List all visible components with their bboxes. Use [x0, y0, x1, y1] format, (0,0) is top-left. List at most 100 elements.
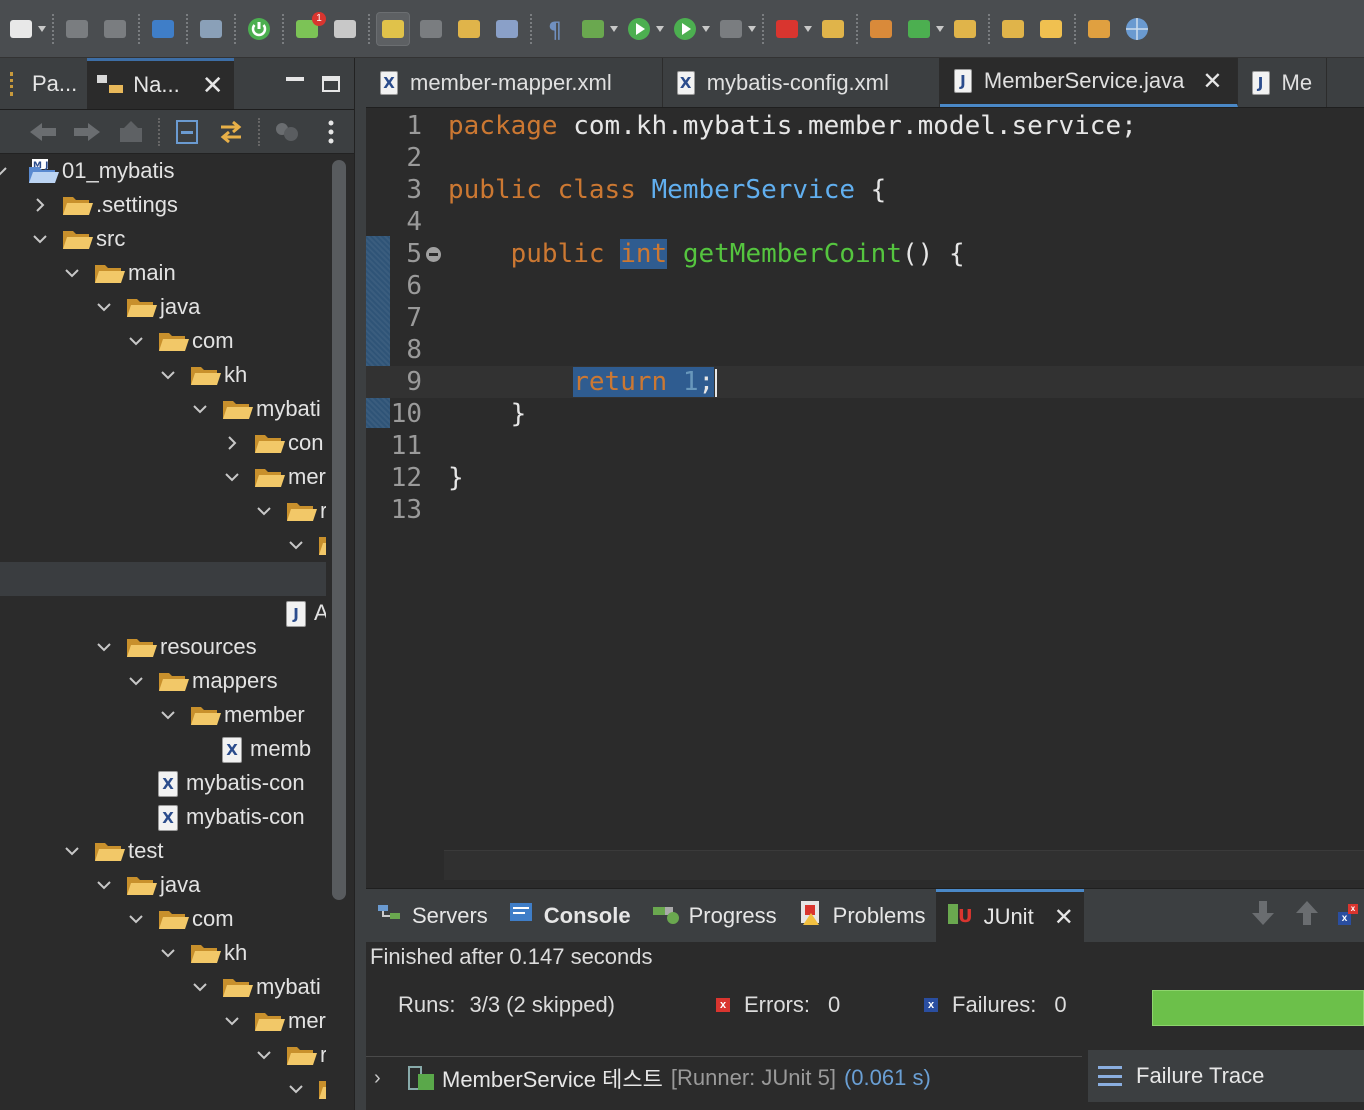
chevron-right-icon[interactable]: › — [374, 1067, 394, 1090]
maximize-icon[interactable] — [322, 75, 340, 92]
tab-servers[interactable]: Servers — [366, 889, 498, 942]
open-type-icon[interactable] — [948, 12, 982, 46]
tree-item[interactable]: Xmybatis-con — [0, 800, 326, 834]
dropdown-arrow-icon[interactable] — [804, 25, 812, 32]
tree-item[interactable]: java — [0, 290, 326, 324]
editor-tab[interactable]: Xmember-mapper.xml — [366, 58, 663, 107]
tree-item[interactable] — [0, 562, 326, 596]
code-line[interactable]: 6 — [366, 270, 1364, 302]
tree-item[interactable]: M J 01_mybatis — [0, 154, 326, 188]
editor-tab[interactable]: J MemberService.java ✕ — [939, 58, 1238, 107]
close-icon[interactable]: ✕ — [1202, 67, 1222, 96]
chevron-down-icon[interactable] — [156, 936, 180, 970]
filters-icon[interactable] — [270, 116, 304, 148]
previous-failure-icon[interactable] — [1294, 899, 1320, 932]
tree-item[interactable]: r — [0, 1038, 326, 1072]
tree-item[interactable]: mybati — [0, 392, 326, 426]
panel-divider[interactable] — [354, 58, 366, 1110]
group-icon[interactable] — [414, 12, 448, 46]
tree-item[interactable] — [0, 1072, 326, 1106]
back-arrow-icon[interactable] — [26, 116, 60, 148]
tree-item[interactable]: com — [0, 324, 326, 358]
folder-open-icon[interactable] — [1082, 12, 1116, 46]
tab-navigator[interactable]: Na... ✕ — [87, 58, 234, 109]
debug-icon[interactable] — [576, 12, 610, 46]
tree-item[interactable]: Xmybatis-con — [0, 766, 326, 800]
fold-collapse-icon[interactable] — [426, 247, 441, 262]
chevron-down-icon[interactable] — [284, 1072, 308, 1106]
tab-junit[interactable]: U JUnit ✕ — [935, 889, 1084, 942]
editor-horizontal-scrollbar[interactable] — [444, 850, 1364, 880]
search-icon[interactable] — [194, 12, 228, 46]
save-icon[interactable] — [60, 12, 94, 46]
new-package-icon[interactable] — [816, 12, 850, 46]
chevron-down-icon[interactable] — [188, 392, 212, 426]
tree-item[interactable] — [0, 528, 326, 562]
tree-item[interactable]: Xmemb — [0, 732, 326, 766]
chevron-down-icon[interactable] — [252, 494, 276, 528]
tree-item[interactable]: JApp — [0, 596, 326, 630]
collapse-all-icon[interactable] — [170, 116, 204, 148]
code-line[interactable]: 10 } — [366, 398, 1364, 430]
chevron-down-icon[interactable] — [60, 834, 84, 868]
minimize-icon[interactable] — [286, 76, 304, 81]
tree-item[interactable]: test — [0, 834, 326, 868]
chevron-down-icon[interactable] — [92, 290, 116, 324]
chevron-down-icon[interactable] — [28, 222, 52, 256]
tree-item[interactable]: mappers — [0, 664, 326, 698]
chevron-down-icon[interactable] — [60, 256, 84, 290]
forward-arrow-icon[interactable] — [70, 116, 104, 148]
code-line[interactable]: 12} — [366, 462, 1364, 494]
save-all-icon[interactable] — [98, 12, 132, 46]
dropdown-arrow-icon[interactable] — [936, 25, 944, 32]
tree-item[interactable]: mybati — [0, 970, 326, 1004]
scrollbar-thumb[interactable] — [332, 160, 346, 900]
tree-item[interactable]: r — [0, 494, 326, 528]
code-line[interactable]: 9 return 1; — [366, 366, 1364, 398]
git-icon[interactable] — [328, 12, 362, 46]
chevron-down-icon[interactable] — [252, 1038, 276, 1072]
run-config-icon[interactable] — [668, 12, 702, 46]
chevron-down-icon[interactable] — [220, 460, 244, 494]
dropdown-arrow-icon[interactable] — [702, 25, 710, 32]
update-icon[interactable]: 1 — [290, 11, 326, 46]
editor-tab[interactable]: Xmybatis-config.xml — [663, 58, 940, 107]
stop-icon[interactable] — [714, 12, 748, 46]
tree-item[interactable]: src — [0, 222, 326, 256]
tab-progress[interactable]: Progress — [641, 889, 787, 942]
link-with-editor-icon[interactable] — [214, 116, 248, 148]
chevron-down-icon[interactable] — [92, 868, 116, 902]
tab-console[interactable]: Console — [498, 889, 641, 942]
external-tools-icon[interactable] — [770, 12, 804, 46]
close-icon[interactable]: ✕ — [1054, 903, 1074, 932]
chevron-down-icon[interactable] — [188, 970, 212, 1004]
dropdown-arrow-icon[interactable] — [656, 25, 664, 32]
dropdown-arrow-icon[interactable] — [38, 25, 46, 32]
show-failures-only-icon[interactable]: x x — [1338, 903, 1358, 928]
code-line[interactable]: 3 public class MemberService { — [366, 174, 1364, 206]
code-line[interactable]: 7 — [366, 302, 1364, 334]
tree-item[interactable]: main — [0, 256, 326, 290]
next-failure-icon[interactable] — [1250, 899, 1276, 932]
code-line[interactable]: 11 — [366, 430, 1364, 462]
dropdown-arrow-icon[interactable] — [610, 25, 618, 32]
code-line[interactable]: 5 public int getMemberCoint() { — [366, 238, 1364, 270]
chevron-down-icon[interactable] — [0, 154, 12, 188]
terminal-icon[interactable] — [146, 12, 180, 46]
globe-icon[interactable] — [1120, 12, 1154, 46]
tree-item[interactable]: con — [0, 426, 326, 460]
chevron-down-icon[interactable] — [124, 664, 148, 698]
test-result-row[interactable]: › MemberService 테스트 [Runner: JUnit 5] (0… — [366, 1058, 1082, 1098]
tree-item[interactable]: kh — [0, 358, 326, 392]
code-line[interactable]: 8 — [366, 334, 1364, 366]
highlight-icon[interactable] — [376, 11, 410, 46]
power-icon[interactable] — [242, 12, 276, 46]
chevron-right-icon[interactable] — [220, 426, 244, 460]
chevron-down-icon[interactable] — [220, 1004, 244, 1038]
code-line[interactable]: 1 package com.kh.mybatis.member.model.ser… — [366, 110, 1364, 142]
up-folder-icon[interactable] — [114, 116, 148, 148]
tab-problems[interactable]: Problems — [787, 889, 936, 942]
chevron-down-icon[interactable] — [156, 358, 180, 392]
chevron-down-icon[interactable] — [124, 324, 148, 358]
tab-package-explorer[interactable]: Pa... — [0, 58, 87, 109]
